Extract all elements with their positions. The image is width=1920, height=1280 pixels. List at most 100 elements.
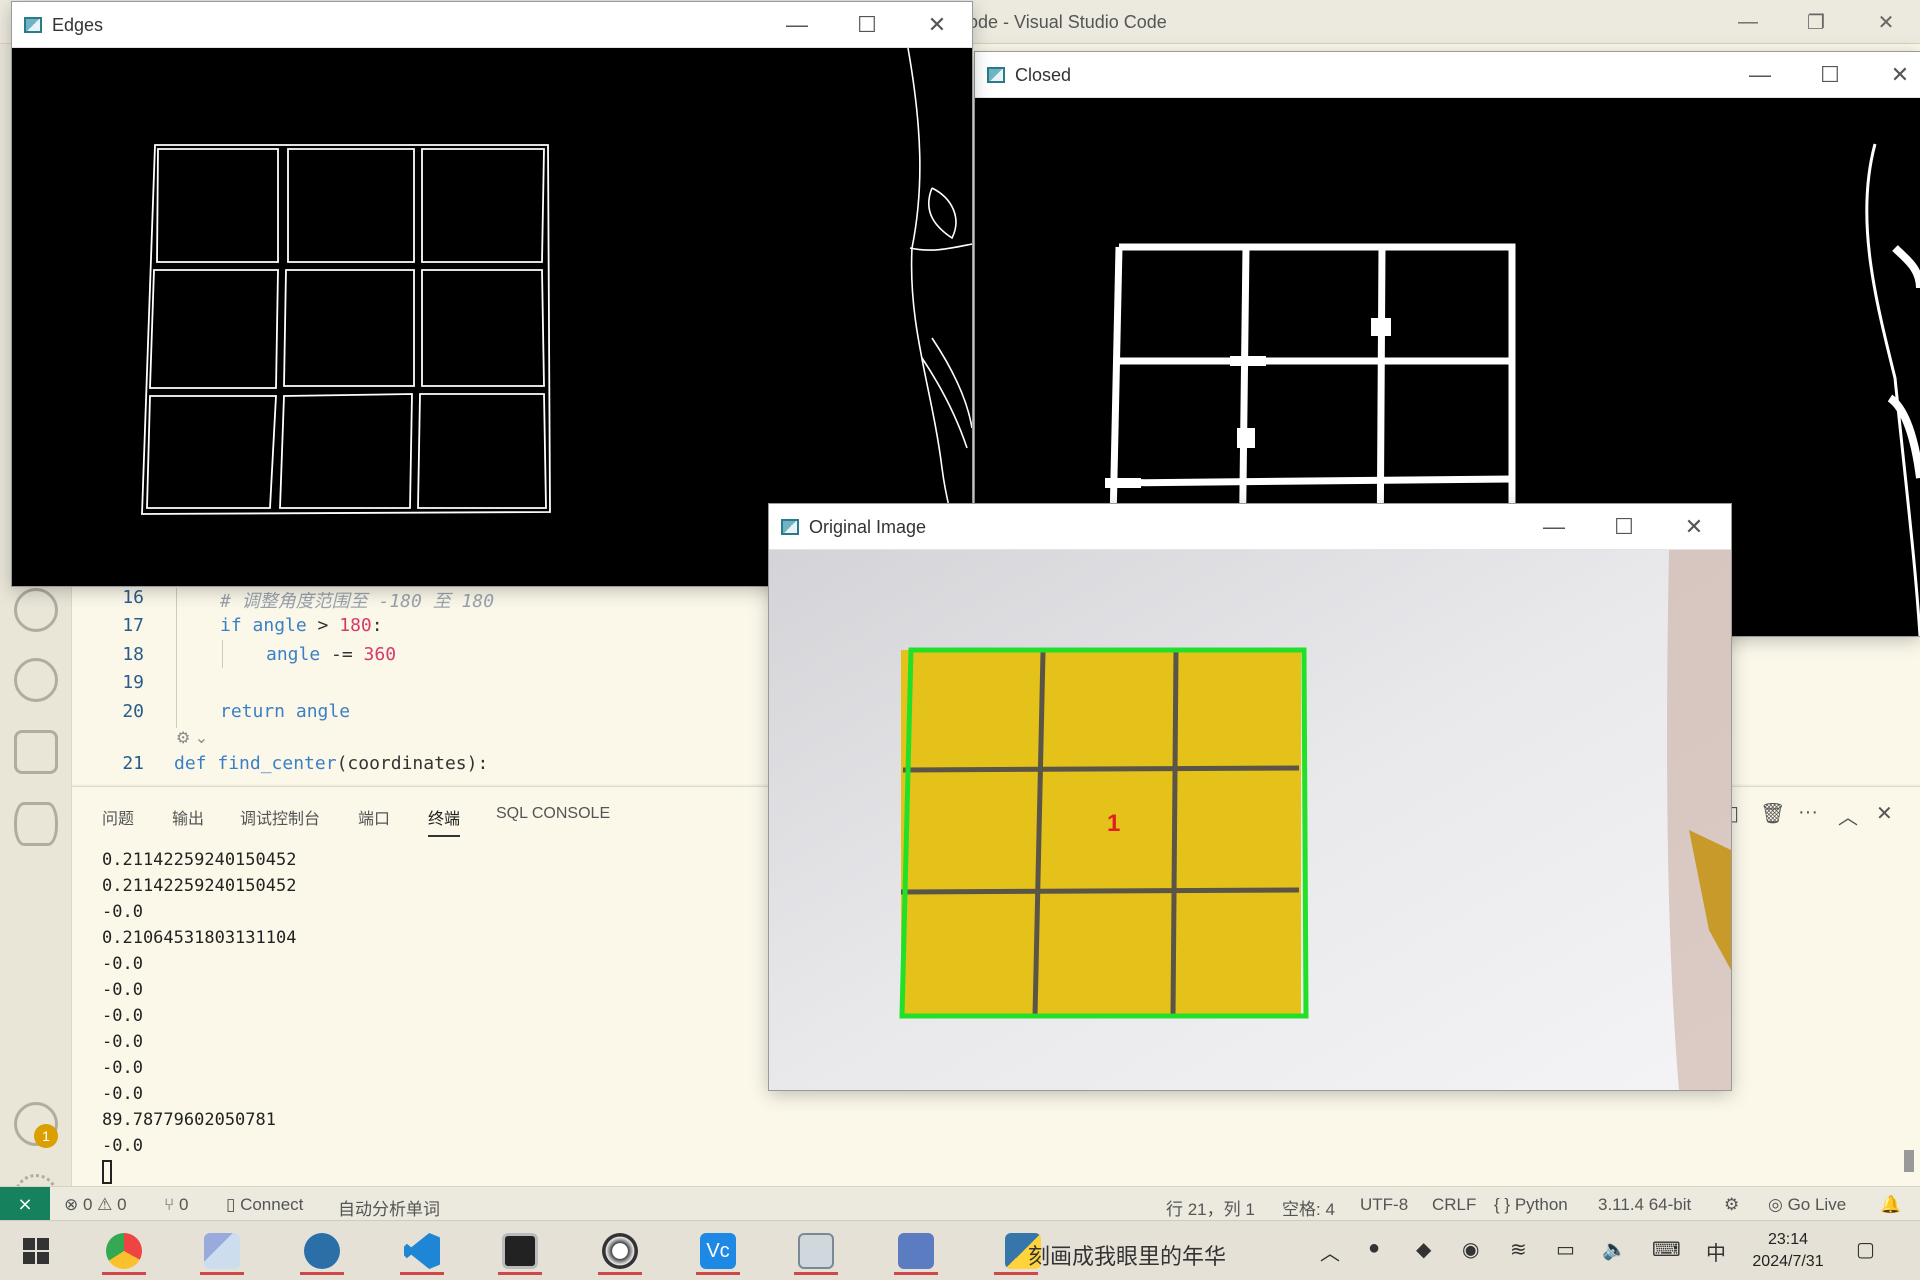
activity-remote-icon[interactable] xyxy=(14,588,58,632)
wifi-icon[interactable]: ≋ xyxy=(1510,1237,1527,1262)
closed-close-button[interactable]: ✕ xyxy=(1885,61,1915,89)
notifications-bell-icon[interactable]: 🔔 xyxy=(1880,1195,1901,1215)
language-status[interactable]: { } Python xyxy=(1494,1195,1568,1215)
original-camera-photo xyxy=(769,550,1731,1090)
vscode-window-title: ode - Visual Studio Code xyxy=(968,12,1167,32)
notification-center-icon[interactable]: ▢ xyxy=(1856,1237,1875,1262)
aperture-app-icon xyxy=(304,1233,340,1269)
keyboard-icon[interactable]: ⌨ xyxy=(1652,1237,1681,1262)
code-line-18: angle -= 360 xyxy=(266,644,397,665)
edges-minimize-button[interactable]: — xyxy=(782,11,812,39)
terminal-line: 0.21142259240150452 xyxy=(102,876,297,896)
taskbar-terminal[interactable] xyxy=(484,1227,556,1275)
interpreter-status[interactable]: 3.11.4 64-bit xyxy=(1598,1195,1691,1215)
vscode-close-button[interactable]: ✕ xyxy=(1866,8,1906,36)
activity-extensions-icon[interactable] xyxy=(14,658,58,702)
vscode-restore-button[interactable]: ❐ xyxy=(1796,8,1836,36)
original-minimize-button[interactable]: — xyxy=(1539,513,1569,541)
clock-time: 23:14 xyxy=(1767,1231,1809,1248)
taskbar-vc-app[interactable]: Vc xyxy=(682,1227,754,1275)
edges-titlebar[interactable]: Edges — ☐ ✕ xyxy=(12,2,972,48)
line-number: 16 xyxy=(122,587,144,608)
grid-cell-label: 1 xyxy=(1107,810,1121,837)
encoding-status[interactable]: UTF-8 xyxy=(1360,1195,1408,1215)
original-close-button[interactable]: ✕ xyxy=(1679,513,1709,541)
terminal-icon xyxy=(502,1233,538,1269)
tab-sql-console[interactable]: SQL CONSOLE xyxy=(496,805,610,823)
terminal-line: -0.0 xyxy=(102,1058,143,1078)
line-number: 20 xyxy=(122,701,144,722)
original-titlebar[interactable]: Original Image — ☐ ✕ xyxy=(769,504,1731,550)
original-maximize-button[interactable]: ☐ xyxy=(1609,513,1639,541)
vscode-minimize-button[interactable]: — xyxy=(1728,8,1768,36)
taskbar-app-globe[interactable] xyxy=(584,1227,656,1275)
cursor-position-status[interactable]: 行 21，列 1 xyxy=(1166,1195,1255,1220)
tab-output[interactable]: 输出 xyxy=(172,805,204,829)
wechat-icon[interactable]: ◉ xyxy=(1462,1237,1479,1262)
ports-status[interactable]: ⑂ 0 xyxy=(164,1195,188,1215)
golive-status[interactable]: ◎ Go Live xyxy=(1768,1195,1846,1215)
tray-app-icon[interactable]: ◆ xyxy=(1416,1237,1431,1262)
window-app-icon xyxy=(798,1233,834,1269)
trash-icon[interactable]: 🗑 xyxy=(1760,801,1785,826)
tray-app-icon[interactable]: ● xyxy=(1368,1237,1380,1260)
tab-terminal[interactable]: 终端 xyxy=(428,805,461,837)
taskbar-app-network[interactable] xyxy=(880,1227,952,1275)
original-image-window[interactable]: Original Image — ☐ ✕ 1 xyxy=(769,504,1731,1090)
database-icon[interactable] xyxy=(14,802,58,846)
tray-overflow-icon[interactable]: ︿ xyxy=(1320,1237,1340,1266)
network-app-icon xyxy=(898,1233,934,1269)
edges-maximize-button[interactable]: ☐ xyxy=(852,11,882,39)
code-comment: # 调整角度范围至 -180 至 180 xyxy=(220,591,495,612)
closed-title: Closed xyxy=(1015,65,1072,85)
auto-analyze-status[interactable]: 自动分析单词 xyxy=(338,1195,440,1220)
taskbar-app-window[interactable] xyxy=(780,1227,852,1275)
status-bar: ⨯ ⊗ 0 ⚠ 0 ⑂ 0 ▯ Connect 自动分析单词 行 21，列 1 … xyxy=(0,1186,1920,1221)
terminal-scrollbar[interactable] xyxy=(1904,1150,1914,1172)
maximize-panel-icon[interactable]: ︿ xyxy=(1838,801,1858,830)
windows-logo-icon xyxy=(23,1238,49,1264)
activity-docker-icon[interactable] xyxy=(14,730,58,774)
taskbar-vscode[interactable] xyxy=(386,1227,458,1275)
terminal-line: -0.0 xyxy=(102,1032,143,1052)
code-line-20: return angle xyxy=(220,701,351,722)
remote-indicator-icon[interactable]: ⨯ xyxy=(0,1187,50,1221)
line-number: 19 xyxy=(122,672,144,693)
edges-close-button[interactable]: ✕ xyxy=(922,11,952,39)
ime-indicator[interactable]: 中 xyxy=(1706,1237,1726,1266)
closed-minimize-button[interactable]: — xyxy=(1745,61,1775,89)
closed-maximize-button[interactable]: ☐ xyxy=(1815,61,1845,89)
line-number: 21 xyxy=(122,753,144,774)
tab-problems[interactable]: 问题 xyxy=(102,805,134,829)
window-app-icon xyxy=(24,17,42,33)
taskbar-notes[interactable] xyxy=(186,1227,258,1275)
connect-status[interactable]: ▯ Connect xyxy=(226,1195,303,1215)
notes-app-icon xyxy=(204,1233,240,1269)
start-button[interactable] xyxy=(0,1227,72,1275)
code-fold-chevron-icon[interactable]: ⚙ ⌄ xyxy=(176,728,208,748)
eol-status[interactable]: CRLF xyxy=(1432,1195,1476,1215)
battery-icon[interactable]: ▭ xyxy=(1556,1237,1575,1262)
clock[interactable]: 23:14 2024/7/31 xyxy=(1746,1229,1830,1273)
tab-ports[interactable]: 端口 xyxy=(358,805,390,829)
more-actions-icon[interactable]: ··· xyxy=(1798,801,1818,824)
terminal-line: 0.21142259240150452 xyxy=(102,850,297,870)
extension-status-icon[interactable]: ⚙ xyxy=(1724,1195,1739,1215)
indent-status[interactable]: 空格: 4 xyxy=(1282,1195,1335,1220)
code-line-17: if angle > 180: xyxy=(220,615,383,636)
window-app-icon xyxy=(781,519,799,535)
window-app-icon xyxy=(987,67,1005,83)
original-title: Original Image xyxy=(809,517,927,537)
problems-status[interactable]: ⊗ 0 ⚠ 0 xyxy=(64,1195,127,1215)
close-panel-icon[interactable]: ✕ xyxy=(1876,801,1893,826)
tab-debug-console[interactable]: 调试控制台 xyxy=(240,805,320,829)
edges-window[interactable]: Edges — ☐ ✕ xyxy=(12,2,972,586)
taskbar-app-aperture[interactable] xyxy=(286,1227,358,1275)
vc-app-icon: Vc xyxy=(700,1233,736,1269)
closed-titlebar[interactable]: Closed — ☐ ✕ xyxy=(975,52,1920,98)
volume-icon[interactable]: 🔈 xyxy=(1602,1237,1627,1262)
taskbar-chrome[interactable] xyxy=(88,1227,160,1275)
terminal-line: -0.0 xyxy=(102,1006,143,1026)
original-image-canvas: 1 xyxy=(769,550,1731,1090)
chrome-icon xyxy=(106,1233,142,1269)
